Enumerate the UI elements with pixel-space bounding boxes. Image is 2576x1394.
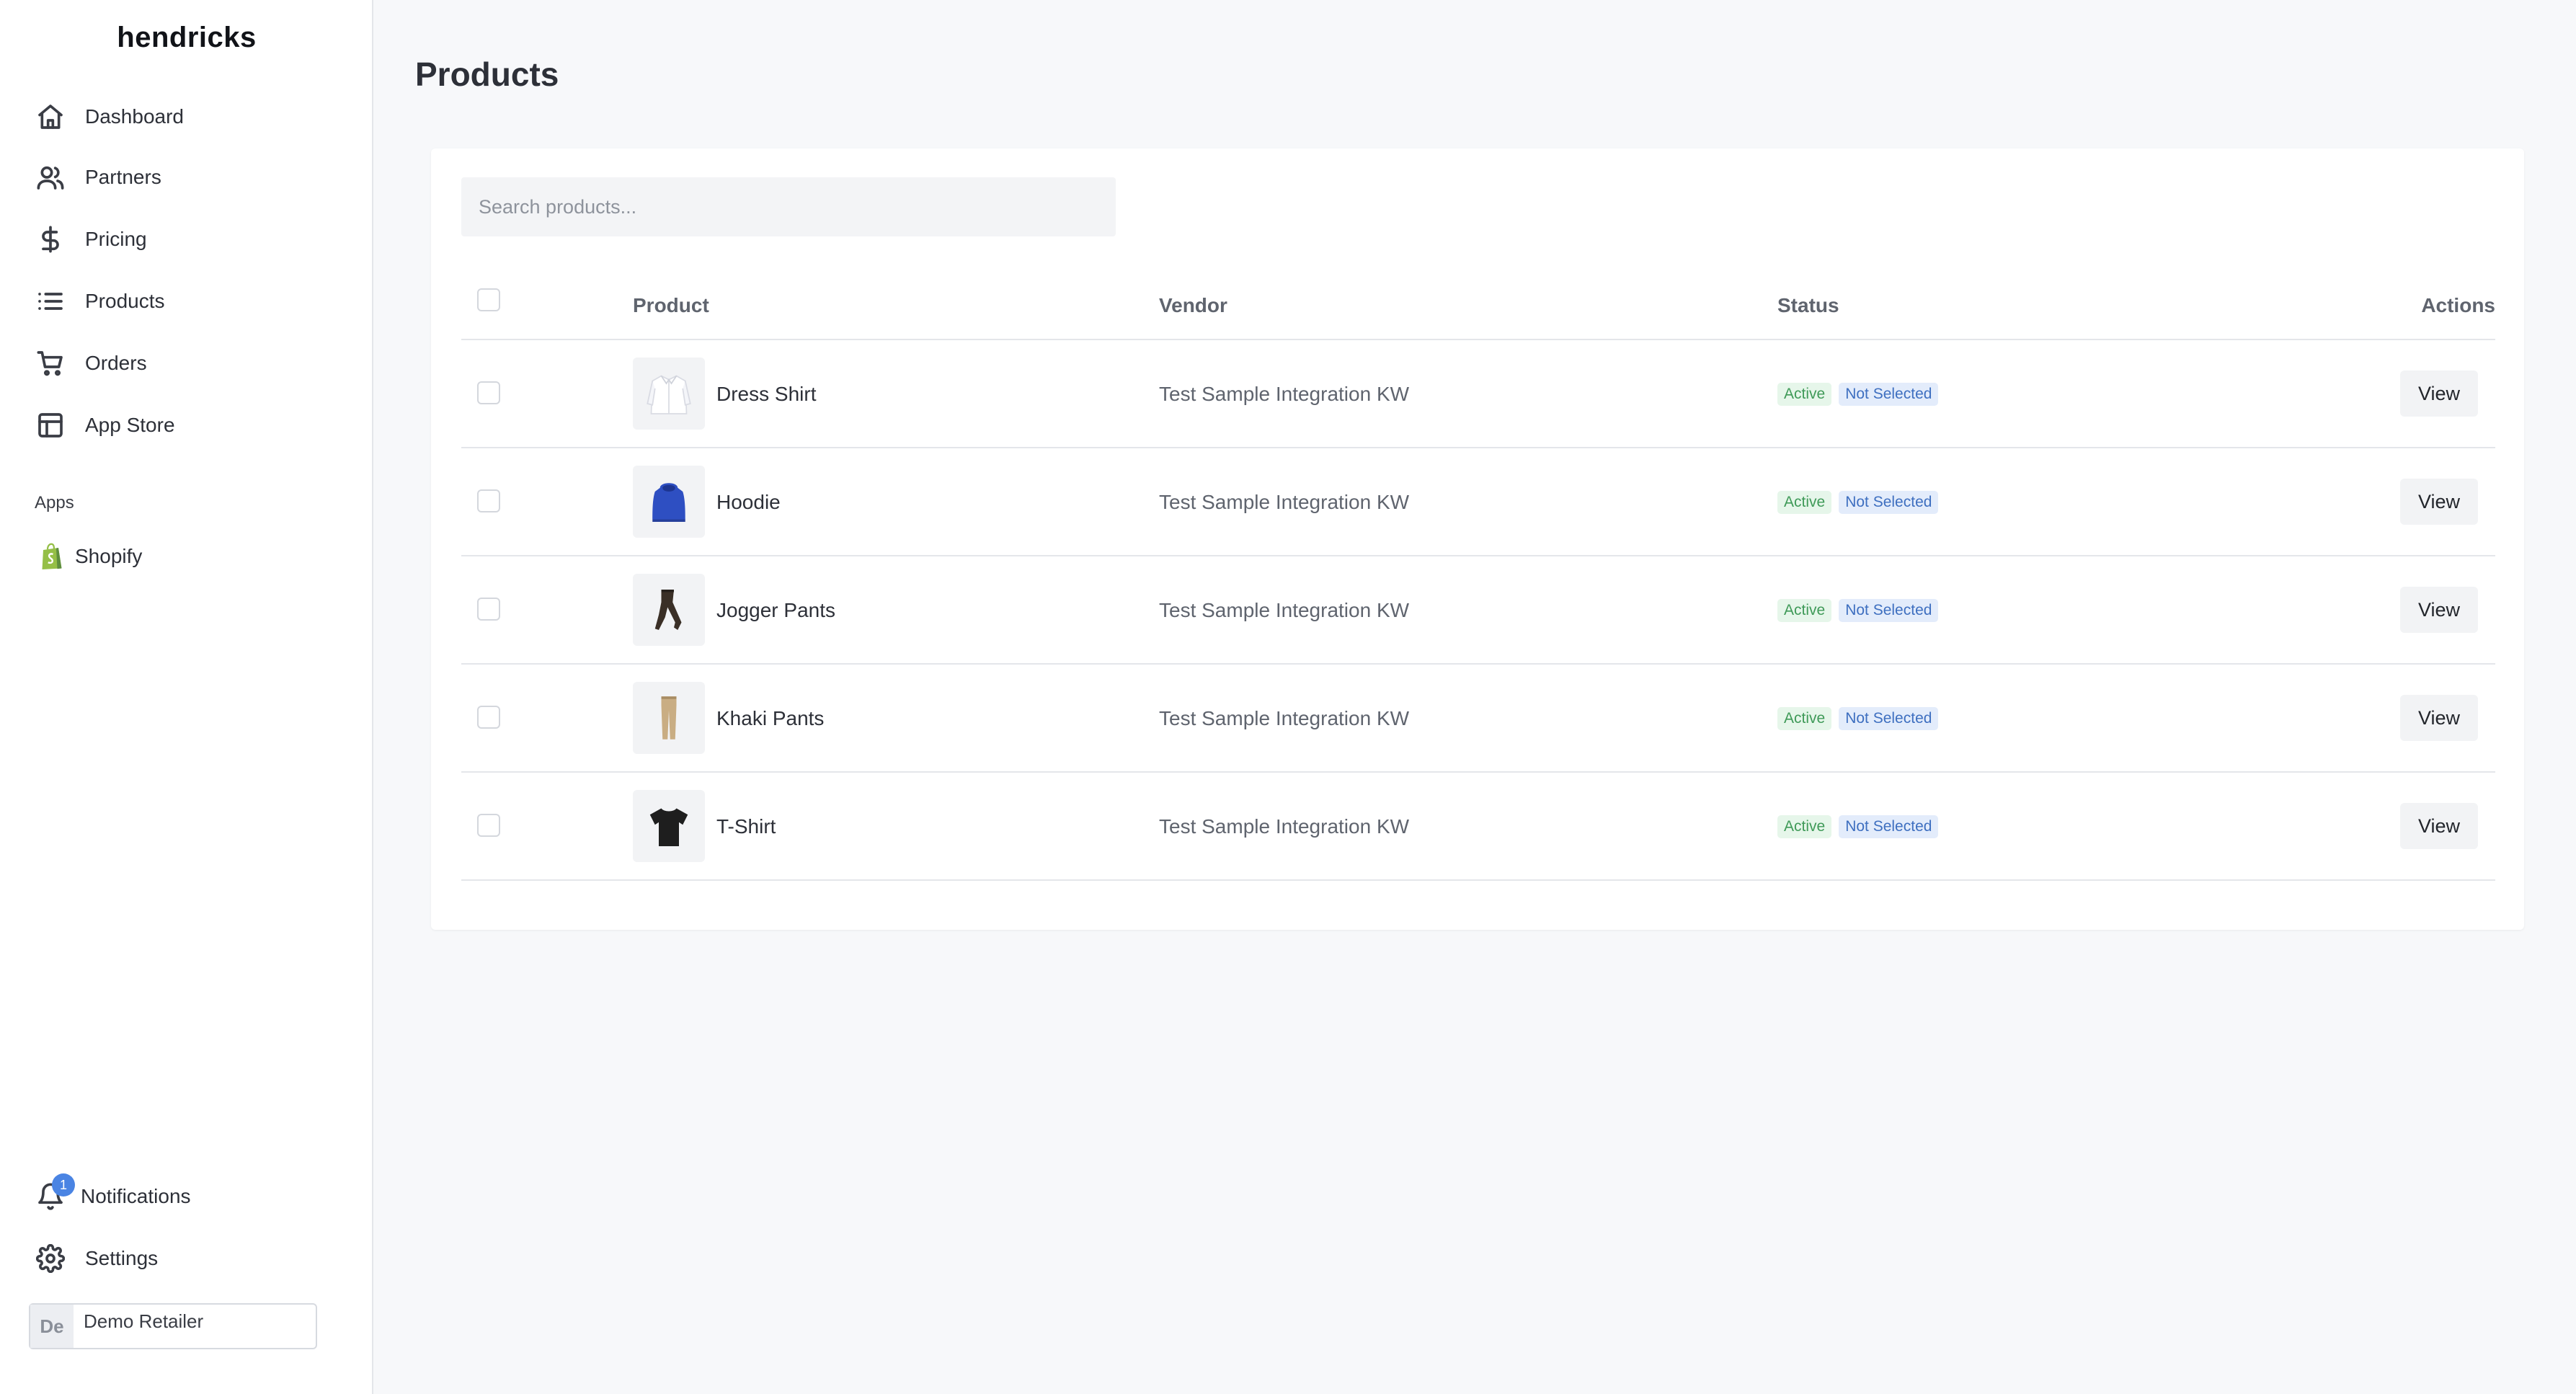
sidebar-item-products[interactable]: Products <box>33 280 343 323</box>
row-checkbox[interactable] <box>477 814 500 837</box>
sidebar-item-shopify[interactable]: Shopify <box>39 535 142 578</box>
layout-icon <box>33 408 68 443</box>
status-badge-not-selected: Not Selected <box>1839 707 1939 730</box>
status-badge-not-selected: Not Selected <box>1839 383 1939 406</box>
sidebar: hendricks Dashboard Partners Pricing Pro… <box>0 0 373 1394</box>
vendor-name: Test Sample Integration KW <box>1159 599 1410 621</box>
row-checkbox[interactable] <box>477 706 500 729</box>
users-icon <box>33 160 68 195</box>
column-header-product[interactable]: Product <box>633 271 709 340</box>
search-input[interactable] <box>461 177 1116 236</box>
sidebar-item-label: Shopify <box>75 545 143 567</box>
table-row: T-Shirt Test Sample Integration KW Activ… <box>461 773 2495 881</box>
product-name: T-Shirt <box>716 815 776 838</box>
sidebar-item-label: Products <box>85 290 165 312</box>
apps-section-label: Apps <box>35 493 74 512</box>
table-row: Khaki Pants Test Sample Integration KW A… <box>461 665 2495 773</box>
sidebar-item-orders[interactable]: Orders <box>33 342 343 385</box>
product-name: Khaki Pants <box>716 707 825 729</box>
sidebar-item-notifications[interactable]: 1 Notifications <box>33 1173 191 1218</box>
sidebar-item-label: Pricing <box>85 228 147 250</box>
notification-count-badge: 1 <box>52 1173 75 1197</box>
avatar: De <box>30 1305 74 1348</box>
view-button[interactable]: View <box>2400 370 2478 417</box>
status-badges: Active Not Selected <box>1777 556 1939 665</box>
product-thumbnail[interactable] <box>633 682 705 754</box>
dollar-icon <box>33 222 68 257</box>
khaki-pants-image <box>661 696 677 740</box>
table-row: Jogger Pants Test Sample Integration KW … <box>461 556 2495 665</box>
products-card: Product Vendor Status Actions Dress Shir… <box>431 148 2524 930</box>
page-title: Products <box>415 56 559 93</box>
row-checkbox[interactable] <box>477 381 500 404</box>
products-table: Product Vendor Status Actions Dress Shir… <box>461 271 2495 881</box>
vendor-name: Test Sample Integration KW <box>1159 383 1410 405</box>
status-badge-not-selected: Not Selected <box>1839 815 1939 838</box>
status-badge-active: Active <box>1777 491 1832 514</box>
status-badges: Active Not Selected <box>1777 665 1939 773</box>
view-button[interactable]: View <box>2400 803 2478 849</box>
sidebar-item-label: Dashboard <box>85 105 184 128</box>
sidebar-item-dashboard[interactable]: Dashboard <box>33 95 343 138</box>
bell-icon: 1 <box>33 1173 75 1214</box>
column-header-actions: Actions <box>2421 294 2495 316</box>
status-badge-not-selected: Not Selected <box>1839 491 1939 514</box>
vendor-name: Test Sample Integration KW <box>1159 491 1410 513</box>
status-badges: Active Not Selected <box>1777 773 1939 881</box>
status-badge-active: Active <box>1777 383 1832 406</box>
product-name: Hoodie <box>716 491 781 513</box>
vendor-name: Test Sample Integration KW <box>1159 707 1410 729</box>
row-checkbox[interactable] <box>477 489 500 512</box>
status-badges: Active Not Selected <box>1777 448 1939 556</box>
account-switcher[interactable]: De Demo Retailer <box>29 1303 317 1349</box>
status-badge-active: Active <box>1777 707 1832 730</box>
table-row: Hoodie Test Sample Integration KW Active… <box>461 448 2495 556</box>
sidebar-item-label: Partners <box>85 166 161 188</box>
select-all-checkbox[interactable] <box>477 288 500 311</box>
product-thumbnail[interactable] <box>633 790 705 862</box>
product-thumbnail[interactable] <box>633 358 705 430</box>
column-header-status[interactable]: Status <box>1777 271 1839 340</box>
sidebar-item-label: Notifications <box>81 1185 191 1207</box>
brand-logo: hendricks <box>117 22 257 53</box>
sidebar-item-settings[interactable]: Settings <box>33 1237 343 1280</box>
status-badges: Active Not Selected <box>1777 340 1939 448</box>
status-badge-not-selected: Not Selected <box>1839 599 1939 622</box>
view-button[interactable]: View <box>2400 587 2478 633</box>
column-header-vendor[interactable]: Vendor <box>1159 271 1227 340</box>
status-badge-active: Active <box>1777 815 1832 838</box>
sidebar-item-label: Settings <box>85 1247 159 1269</box>
row-checkbox[interactable] <box>477 598 500 621</box>
view-button[interactable]: View <box>2400 695 2478 741</box>
jogger-pants-image <box>654 590 682 630</box>
list-icon <box>33 284 68 319</box>
table-header: Product Vendor Status Actions <box>461 271 2495 340</box>
hoodie-image <box>652 483 685 522</box>
cart-icon <box>33 346 68 381</box>
product-thumbnail[interactable] <box>633 574 705 646</box>
sidebar-item-app-store[interactable]: App Store <box>33 404 343 447</box>
product-thumbnail[interactable] <box>633 466 705 538</box>
sidebar-item-pricing[interactable]: Pricing <box>33 218 343 261</box>
view-button[interactable]: View <box>2400 479 2478 525</box>
sidebar-item-label: App Store <box>85 414 175 436</box>
status-badge-active: Active <box>1777 599 1832 622</box>
t-shirt-image <box>649 808 688 846</box>
product-name: Jogger Pants <box>716 599 835 621</box>
gear-icon <box>33 1241 68 1276</box>
shopify-icon <box>39 542 65 571</box>
product-name: Dress Shirt <box>716 383 817 405</box>
table-row: Dress Shirt Test Sample Integration KW A… <box>461 340 2495 448</box>
dress-shirt-image <box>647 375 691 414</box>
sidebar-item-partners[interactable]: Partners <box>33 156 343 199</box>
sidebar-item-label: Orders <box>85 352 147 374</box>
account-name: Demo Retailer <box>84 1310 204 1332</box>
vendor-name: Test Sample Integration KW <box>1159 815 1410 838</box>
home-icon <box>33 99 68 134</box>
